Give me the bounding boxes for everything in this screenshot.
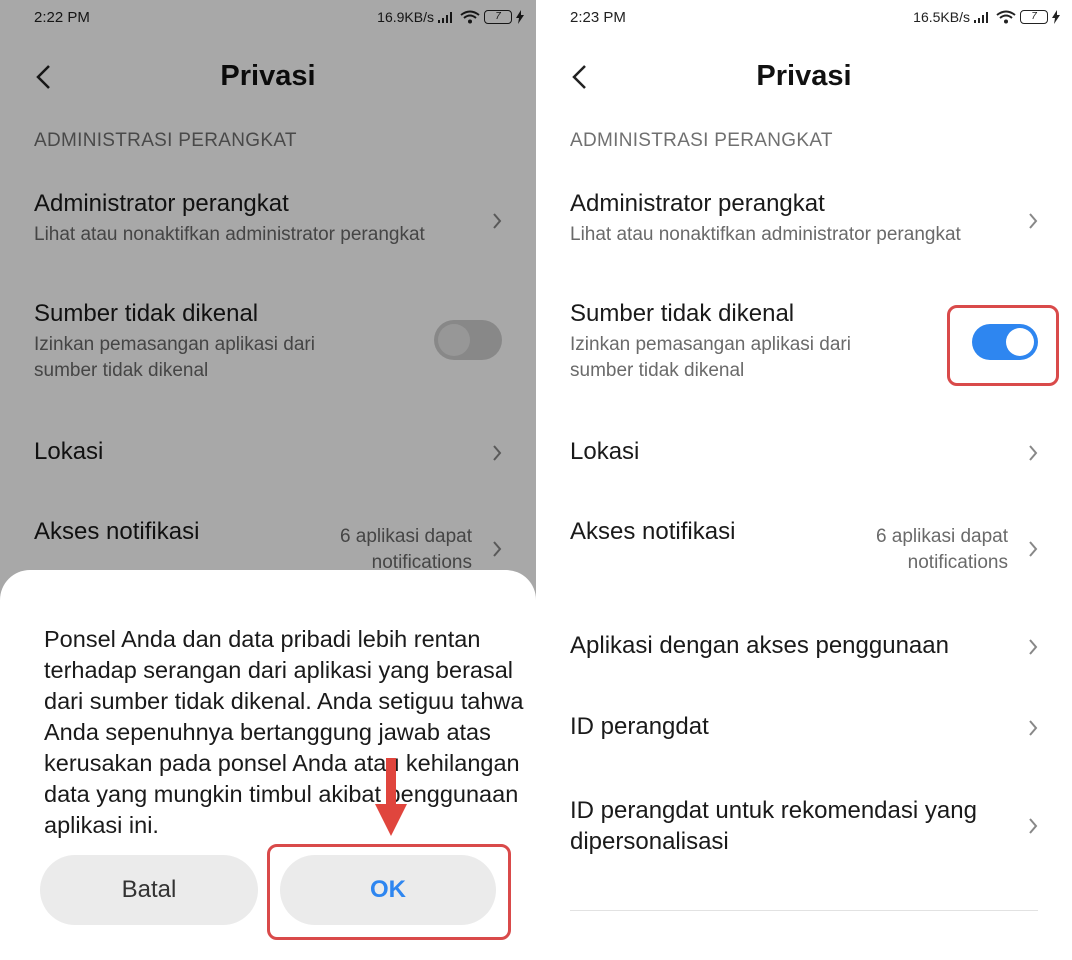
item-value: 6 aplikasi dapat notifications xyxy=(875,526,1008,573)
left-screen: 2:22 PM 16.9KB/s 7 Privasi ADMINISTRASI … xyxy=(0,0,536,960)
toggle-highlight-box xyxy=(947,305,1059,386)
chevron-right-icon xyxy=(1029,818,1038,834)
item-label: Administrator perangkat xyxy=(570,190,825,217)
right-screen: 2:23 PM 16.5KB/s 7 Privasi ADMINISTRASI … xyxy=(536,0,1072,960)
item-label: ID perangdat untuk rekomendasi yang dipe… xyxy=(570,797,977,855)
status-time: 2:23 PM xyxy=(570,9,626,26)
list-item-usage-access[interactable]: Aplikasi dengan akses penggunaan xyxy=(570,632,1038,660)
down-arrow-icon xyxy=(375,758,407,836)
list-item-notification-access[interactable]: Akses notifikasi 6 aplikasi dapat notifi… xyxy=(570,518,1038,573)
item-subtitle: Izinkan pemasangan aplikasi dari sumber … xyxy=(570,334,851,381)
chevron-right-icon xyxy=(1029,639,1038,655)
status-bar: 2:23 PM 16.5KB/s 7 xyxy=(536,0,1072,36)
item-subtitle: Lihat atau nonaktifkan administrator per… xyxy=(570,224,961,245)
list-item-device-id[interactable]: ID perangdat xyxy=(570,713,1038,741)
item-label: Aplikasi dengan akses penggunaan xyxy=(570,632,949,659)
status-right: 16.5KB/s 7 xyxy=(913,9,1060,25)
section-header: ADMINISTRASI PERANGKAT xyxy=(570,130,833,151)
dialog-message: Ponsel Anda dan data pribadi lebih renta… xyxy=(44,626,524,838)
network-speed: 16.5KB/s xyxy=(913,9,970,25)
list-divider xyxy=(570,910,1038,911)
list-item-location[interactable]: Lokasi xyxy=(570,438,1038,466)
wifi-icon xyxy=(996,10,1016,24)
chevron-right-icon xyxy=(1029,720,1038,736)
list-item-administrator[interactable]: Administrator perangkat Lihat atau nonak… xyxy=(570,190,1038,248)
battery-icon: 7 xyxy=(1020,10,1048,24)
ok-highlight-box xyxy=(267,844,511,940)
page-title: Privasi xyxy=(756,60,852,92)
charging-icon xyxy=(1052,10,1060,24)
chevron-right-icon xyxy=(1029,213,1038,229)
chevron-right-icon xyxy=(1029,445,1038,461)
item-label: ID perangdat xyxy=(570,713,709,740)
cancel-button[interactable]: Batal xyxy=(40,855,258,925)
list-item-personalized-id[interactable]: ID perangdat untuk rekomendasi yang dipe… xyxy=(570,795,1038,857)
chevron-right-icon xyxy=(1029,541,1038,557)
signal-icon xyxy=(974,11,992,23)
item-label: Lokasi xyxy=(570,438,640,465)
